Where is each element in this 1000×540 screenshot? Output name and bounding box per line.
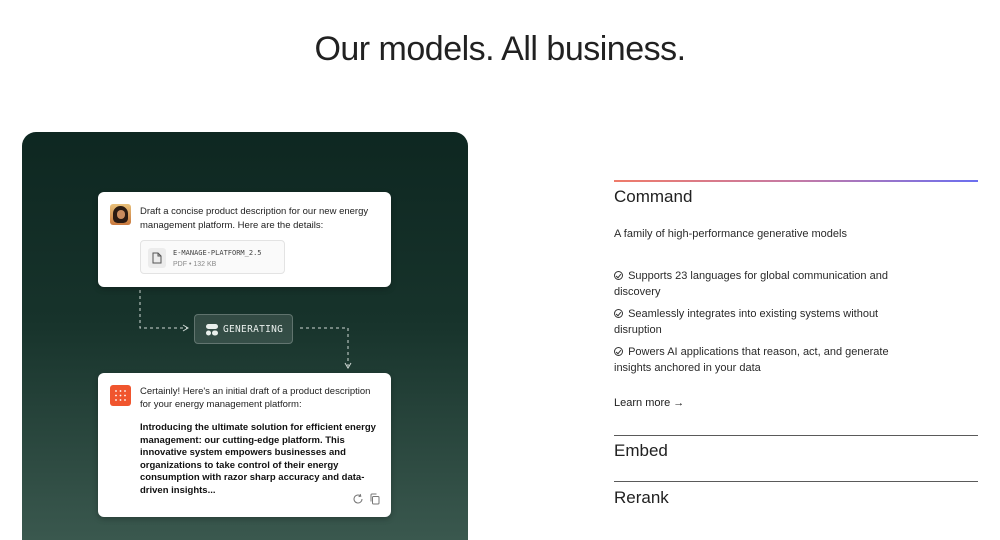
prompt-card: Draft a concise product description for … [98, 192, 391, 287]
model-tab-embed[interactable]: Embed [614, 441, 668, 461]
generating-label: GENERATING [223, 324, 284, 335]
page-title: Our models. All business. [314, 30, 686, 68]
model-subtitle: A family of high-performance generative … [614, 228, 847, 240]
file-name: E-MANAGE-PLATFORM_2.5 [173, 249, 262, 257]
document-icon [148, 248, 166, 268]
learn-more-link[interactable]: Learn more → [614, 397, 684, 409]
active-model-indicator [614, 180, 978, 182]
response-intro: Certainly! Here's an initial draft of a … [140, 386, 371, 410]
file-meta: PDF • 132 KB [173, 261, 217, 268]
model-tab-command[interactable]: Command [614, 187, 692, 207]
check-circle-icon [614, 309, 623, 318]
demo-panel: Draft a concise product description for … [22, 132, 468, 540]
response-actions [352, 492, 382, 506]
feature-item: Powers AI applications that reason, act,… [614, 346, 889, 374]
assistant-avatar-icon [110, 385, 131, 406]
prompt-text: Draft a concise product description for … [140, 206, 369, 231]
file-attachment[interactable]: E-MANAGE-PLATFORM_2.5 PDF • 132 KB [140, 240, 285, 274]
feature-item: Supports 23 languages for global communi… [614, 270, 888, 298]
generating-badge: GENERATING [194, 314, 293, 344]
copy-icon[interactable] [369, 492, 381, 505]
model-tab-rerank[interactable]: Rerank [614, 488, 669, 508]
feature-item: Seamlessly integrates into existing syst… [614, 308, 879, 336]
check-circle-icon [614, 271, 623, 280]
response-card: Certainly! Here's an initial draft of a … [98, 373, 391, 517]
user-avatar [110, 204, 131, 225]
check-circle-icon [614, 347, 623, 356]
generating-icon [206, 324, 218, 336]
divider [614, 481, 978, 482]
divider [614, 435, 978, 436]
refresh-icon[interactable] [352, 492, 364, 504]
response-body: Introducing the ultimate solution for ef… [140, 422, 376, 496]
